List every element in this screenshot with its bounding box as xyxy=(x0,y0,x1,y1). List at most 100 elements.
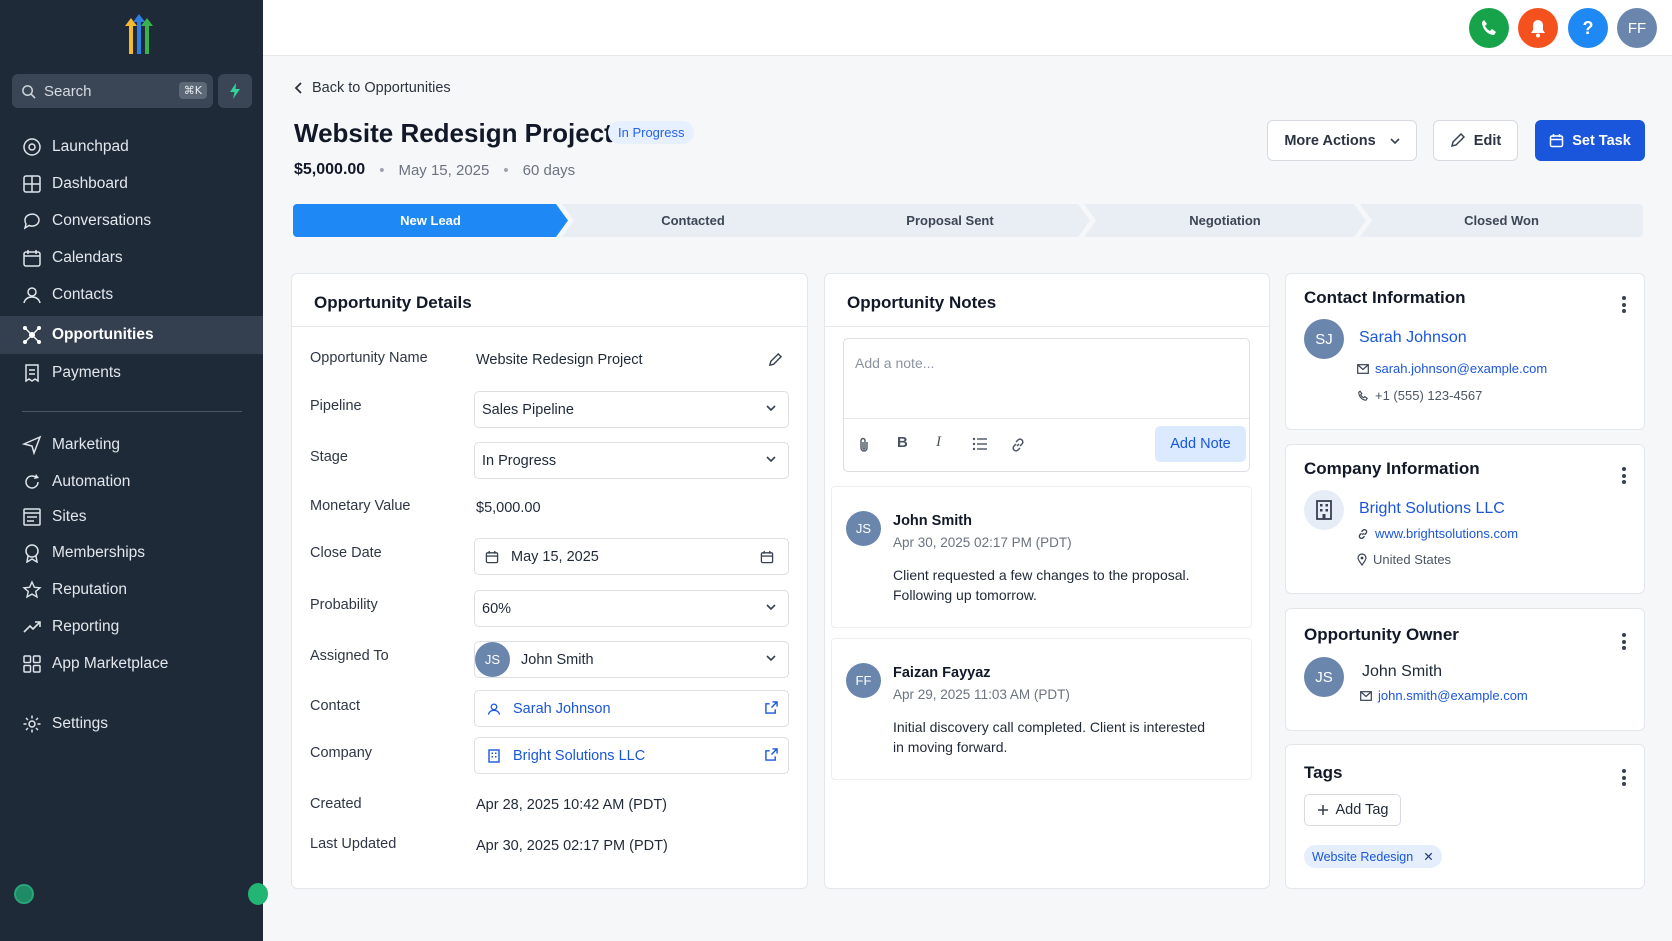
kebab-menu-icon[interactable] xyxy=(1622,296,1626,316)
calendar-icon[interactable] xyxy=(760,550,774,564)
pipeline-select[interactable]: Sales Pipeline xyxy=(474,391,789,428)
opportunity-notes-card: Opportunity Notes Add a note... B I Add … xyxy=(824,273,1270,889)
country-text: United States xyxy=(1373,552,1452,567)
paperclip-icon[interactable] xyxy=(858,437,870,453)
mail-icon xyxy=(1357,363,1369,374)
stage-new-lead[interactable]: New Lead xyxy=(293,204,568,237)
sidebar-item-dashboard[interactable]: Dashboard xyxy=(0,165,263,203)
external-link-icon[interactable] xyxy=(765,701,778,714)
note-input[interactable]: Add a note... xyxy=(855,355,934,371)
probability-select[interactable]: 60% xyxy=(474,590,789,627)
add-tag-label: Add Tag xyxy=(1335,802,1389,818)
sidebar-item-reporting[interactable]: Reporting xyxy=(0,608,263,646)
phone-text: +1 (555) 123-4567 xyxy=(1375,388,1483,403)
sidebar-item-conversations[interactable]: Conversations xyxy=(0,202,263,240)
contact-phone[interactable]: +1 (555) 123-4567 xyxy=(1357,388,1482,403)
separator-dot: • xyxy=(379,161,385,179)
close-date-picker[interactable]: May 15, 2025 xyxy=(474,538,789,575)
gear-icon xyxy=(23,715,41,733)
card-title: Company Information xyxy=(1304,459,1480,478)
back-to-opportunities-link[interactable]: Back to Opportunities xyxy=(294,80,451,96)
quick-launch-icon[interactable] xyxy=(248,883,268,905)
company-website[interactable]: www.brightsolutions.com xyxy=(1357,526,1518,541)
sidebar-item-opportunities[interactable]: Opportunities xyxy=(0,316,263,354)
calendar-icon xyxy=(23,250,41,267)
card-title: Contact Information xyxy=(1304,288,1466,307)
sidebar-item-automation[interactable]: Automation xyxy=(0,463,263,501)
edit-button[interactable]: Edit xyxy=(1433,120,1518,161)
card-title: Tags xyxy=(1304,763,1343,782)
stage-proposal-sent[interactable]: Proposal Sent xyxy=(810,204,1090,237)
page-title: Website Redesign Project xyxy=(294,118,613,148)
add-tag-button[interactable]: Add Tag xyxy=(1304,794,1401,826)
note-timestamp: Apr 30, 2025 02:17 PM (PDT) xyxy=(893,535,1072,550)
company-information-card: Company Information Bright Solutions LLC… xyxy=(1285,444,1645,594)
amount: $5,000.00 xyxy=(294,161,366,178)
created-value: Apr 28, 2025 10:42 AM (PDT) xyxy=(476,797,668,813)
set-task-button[interactable]: Set Task xyxy=(1535,120,1645,161)
close-icon[interactable]: ✕ xyxy=(1423,849,1433,864)
kebab-menu-icon[interactable] xyxy=(1622,467,1626,487)
list-icon[interactable] xyxy=(972,437,988,451)
sidebar-item-contacts[interactable]: Contacts xyxy=(0,276,263,314)
grid-icon xyxy=(23,655,41,673)
sidebar-item-launchpad[interactable]: Launchpad xyxy=(0,128,263,166)
search-input[interactable]: Search ⌘K xyxy=(12,74,213,108)
help-button[interactable]: ? xyxy=(1568,8,1608,48)
sidebar-item-label: Launchpad xyxy=(52,138,129,155)
calendar-icon xyxy=(1549,134,1564,148)
add-note-button[interactable]: Add Note xyxy=(1155,426,1246,462)
field-label: Probability xyxy=(310,597,378,613)
status-indicator-icon[interactable] xyxy=(14,884,34,904)
assigned-to-select[interactable]: JS John Smith xyxy=(474,641,789,678)
kebab-menu-icon[interactable] xyxy=(1622,633,1626,653)
company-name-link[interactable]: Bright Solutions LLC xyxy=(1359,500,1505,518)
italic-icon[interactable]: I xyxy=(936,434,941,451)
sidebar-item-reputation[interactable]: Reputation xyxy=(0,571,263,609)
bold-icon[interactable]: B xyxy=(897,434,908,451)
notifications-button[interactable] xyxy=(1518,8,1558,48)
sidebar-item-calendars[interactable]: Calendars xyxy=(0,239,263,277)
note-body-line: in moving forward. xyxy=(893,739,1008,755)
note-toolbar: B I Add Note xyxy=(844,418,1249,472)
contact-link[interactable]: Sarah Johnson xyxy=(474,690,789,727)
owner-name: John Smith xyxy=(1362,663,1443,680)
stage-select[interactable]: In Progress xyxy=(474,442,789,479)
app-logo-icon[interactable] xyxy=(119,14,157,56)
more-actions-button[interactable]: More Actions xyxy=(1267,120,1417,161)
duration: 60 days xyxy=(522,161,576,179)
assigned-value: John Smith xyxy=(521,651,594,668)
help-icon: ? xyxy=(1582,17,1594,38)
sidebar-item-sites[interactable]: Sites xyxy=(0,498,263,536)
company-link[interactable]: Bright Solutions LLC xyxy=(474,737,789,774)
kebab-menu-icon[interactable] xyxy=(1622,769,1626,789)
sidebar-item-label: Contacts xyxy=(52,286,114,303)
stage-contacted[interactable]: Contacted xyxy=(562,204,824,237)
stage-closed-won[interactable]: Closed Won xyxy=(1360,204,1643,237)
sidebar-item-payments[interactable]: Payments xyxy=(0,354,263,392)
link-icon[interactable] xyxy=(1010,437,1026,453)
stage-negotiation[interactable]: Negotiation xyxy=(1084,204,1366,237)
person-icon xyxy=(487,702,501,715)
contact-email[interactable]: sarah.johnson@example.com xyxy=(1357,361,1547,376)
sidebar-item-label: Reporting xyxy=(52,618,120,635)
pencil-icon xyxy=(1450,133,1465,148)
contact-name-link[interactable]: Sarah Johnson xyxy=(1359,329,1467,347)
sidebar-item-label: Marketing xyxy=(52,436,121,453)
pencil-icon[interactable] xyxy=(768,353,782,367)
field-label: Close Date xyxy=(310,545,382,561)
tag-label: Website Redesign xyxy=(1312,849,1414,864)
quick-actions-button[interactable] xyxy=(218,74,252,108)
sidebar-item-settings[interactable]: Settings xyxy=(0,705,263,743)
stage-label: Contacted xyxy=(661,213,725,228)
external-link-icon[interactable] xyxy=(765,748,778,761)
field-label: Monetary Value xyxy=(310,498,411,514)
phone-button[interactable] xyxy=(1469,8,1509,48)
sidebar-item-marketing[interactable]: Marketing xyxy=(0,426,263,464)
sidebar-item-memberships[interactable]: Memberships xyxy=(0,534,263,572)
calendar-icon xyxy=(485,550,499,563)
field-label: Stage xyxy=(310,449,348,465)
user-avatar[interactable]: FF xyxy=(1617,8,1657,48)
owner-email[interactable]: john.smith@example.com xyxy=(1360,688,1528,703)
sidebar-item-app-marketplace[interactable]: App Marketplace xyxy=(0,645,263,683)
